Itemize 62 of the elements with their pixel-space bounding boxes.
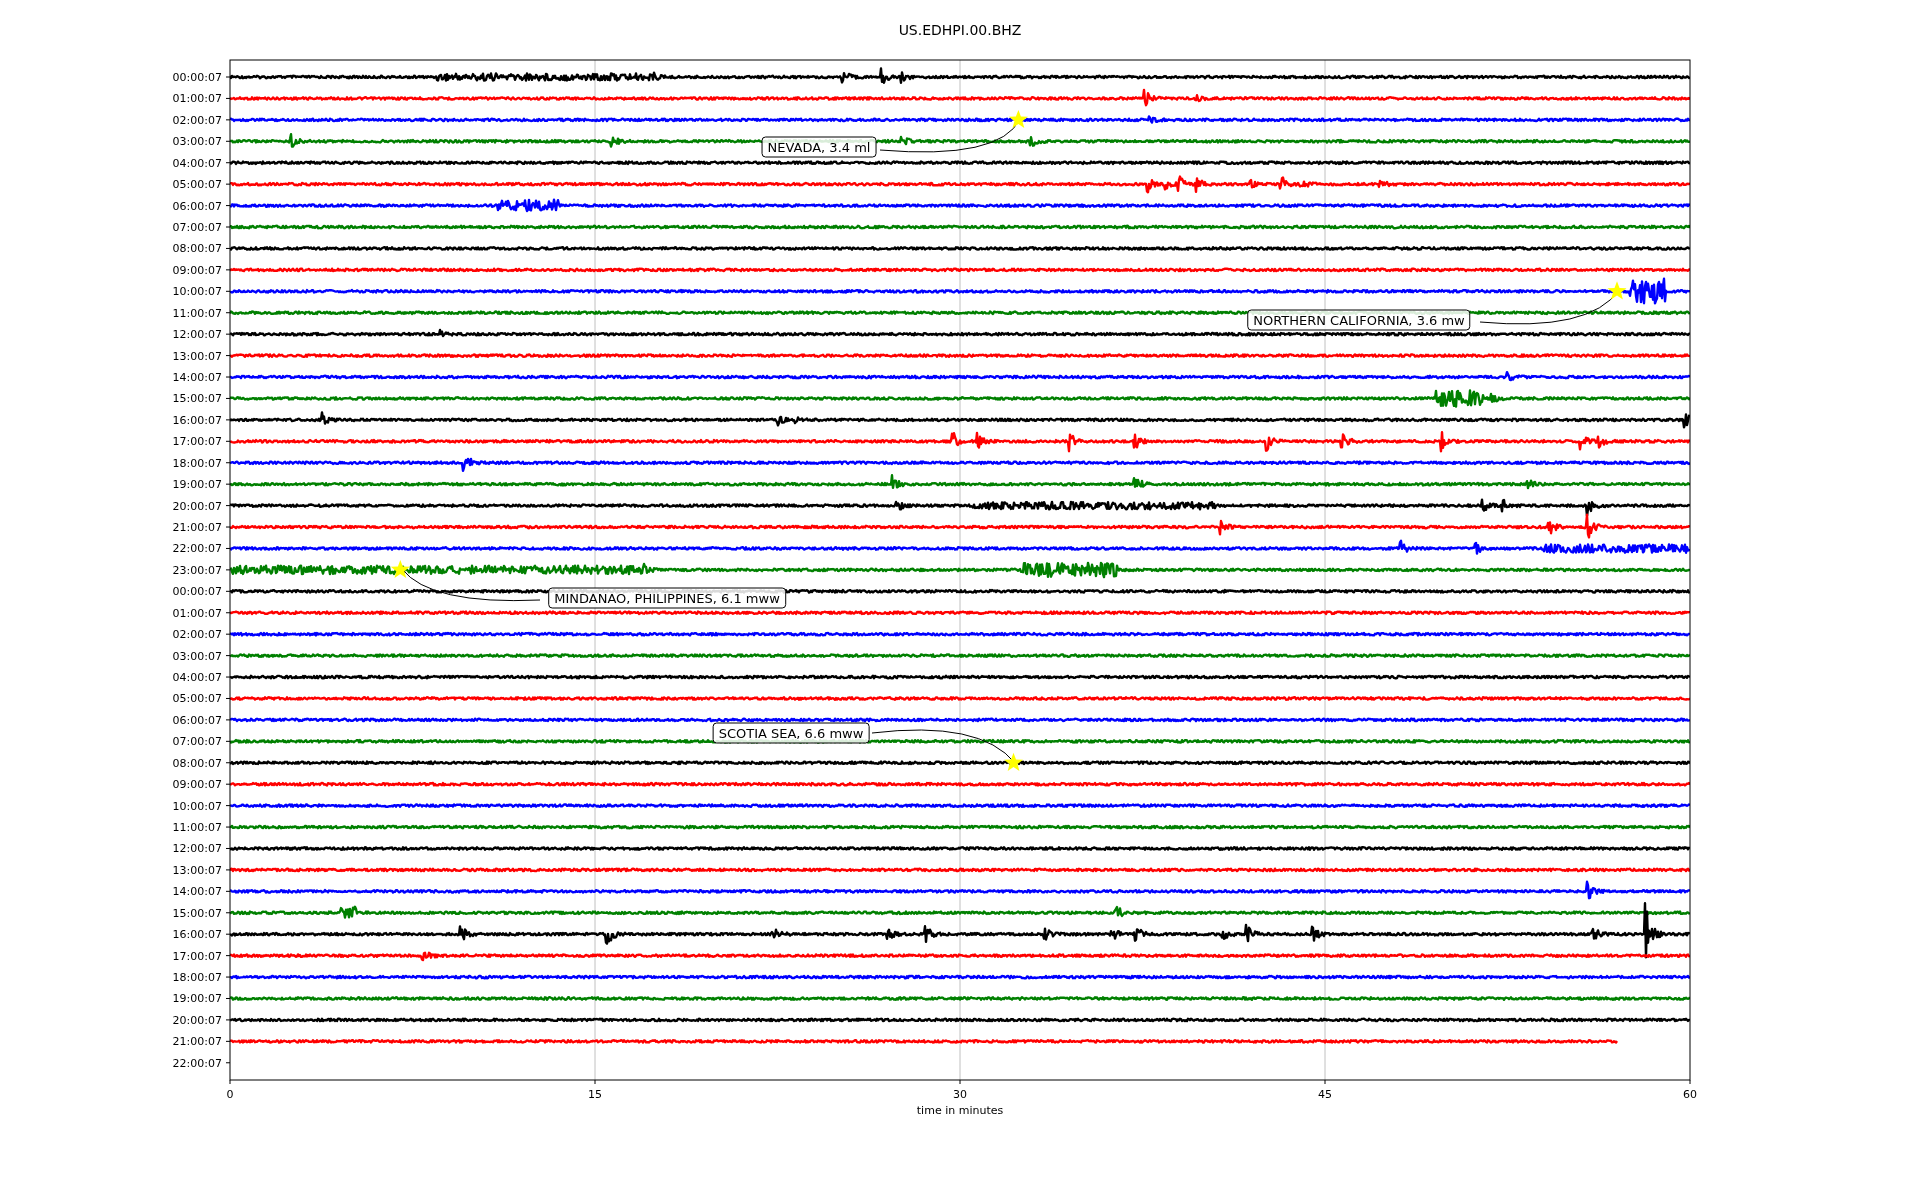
y-tick-label: 20:00:07 [172, 1013, 222, 1027]
y-tick-label: 00:00:07 [172, 71, 222, 84]
y-tick-label: 22:00:07 [172, 1056, 222, 1070]
y-tick-label: 18:00:07 [172, 456, 222, 470]
y-tick-label: 04:00:07 [172, 671, 222, 685]
star-icon [1008, 109, 1028, 128]
y-tick-label: 18:00:07 [172, 971, 222, 985]
event-annotation: MINDANAO, PHILIPPINES, 6.1 mww [548, 587, 786, 609]
y-tick-label: 07:00:07 [172, 735, 222, 749]
y-tick-label: 19:00:07 [172, 478, 222, 492]
y-tick-label: 14:00:07 [172, 885, 222, 899]
y-tick-label: 17:00:07 [172, 949, 222, 963]
x-tick-label: 60 [1683, 1088, 1697, 1101]
y-tick-label: 15:00:07 [172, 392, 222, 406]
y-tick-label: 12:00:07 [172, 328, 222, 342]
y-tick-label: 06:00:07 [172, 199, 222, 213]
y-tick-label: 07:00:07 [172, 221, 222, 234]
y-tick-label: 09:00:07 [172, 263, 222, 277]
event-annotation: NORTHERN CALIFORNIA, 3.6 mw [1247, 309, 1471, 331]
y-tick-label: 09:00:07 [172, 778, 222, 792]
y-tick-label: 14:00:07 [172, 371, 222, 384]
event-annotation: NEVADA, 3.4 ml [761, 136, 877, 158]
star-icon [1607, 281, 1627, 300]
y-tick-label: 17:00:07 [172, 435, 222, 449]
y-tick-label: 23:00:07 [172, 563, 222, 577]
y-tick-label: 11:00:07 [172, 306, 222, 320]
star-icon [390, 559, 410, 578]
y-tick-label: 13:00:07 [172, 349, 222, 363]
y-tick-label: 02:00:07 [172, 113, 222, 127]
event-annotation: SCOTIA SEA, 6.6 mww [712, 722, 870, 744]
y-tick-label: 10:00:07 [172, 799, 222, 813]
y-tick-label: 05:00:07 [172, 178, 222, 192]
y-tick-label: 03:00:07 [172, 135, 222, 149]
y-tick-label: 02:00:07 [172, 628, 222, 642]
y-tick-label: 03:00:07 [172, 649, 222, 663]
y-tick-label: 15:00:07 [172, 906, 222, 920]
x-tick-label: 15 [588, 1088, 602, 1101]
x-tick-label: 45 [1318, 1088, 1332, 1101]
y-tick-label: 01:00:07 [172, 92, 222, 106]
y-tick-label: 21:00:07 [172, 521, 222, 535]
y-tick-label: 11:00:07 [172, 821, 222, 835]
y-tick-label: 01:00:07 [172, 606, 222, 620]
y-tick-label: 20:00:07 [172, 499, 222, 513]
y-tick-label: 22:00:07 [172, 542, 222, 556]
y-tick-label: 05:00:07 [172, 692, 222, 706]
y-tick-label: 21:00:07 [172, 1035, 222, 1049]
y-tick-label: 16:00:07 [172, 928, 222, 942]
y-tick-label: 08:00:07 [172, 756, 222, 770]
y-tick-label: 13:00:07 [172, 863, 222, 877]
x-tick-label: 30 [953, 1088, 967, 1101]
y-tick-label: 06:00:07 [172, 713, 222, 727]
y-tick-label: 16:00:07 [172, 413, 222, 427]
x-axis-label: time in minutes [916, 1104, 1004, 1117]
x-tick-label: 0 [226, 1088, 234, 1101]
y-tick-label: 04:00:07 [172, 156, 222, 170]
y-tick-label: 12:00:07 [172, 842, 222, 856]
plot-title: US.EDHPI.00.BHZ [898, 21, 1022, 40]
y-tick-label: 00:00:07 [172, 585, 222, 599]
star-icon [1004, 752, 1023, 771]
y-tick-label: 19:00:07 [172, 992, 222, 1006]
y-tick-label: 08:00:07 [172, 242, 222, 256]
y-tick-label: 10:00:07 [172, 285, 222, 299]
